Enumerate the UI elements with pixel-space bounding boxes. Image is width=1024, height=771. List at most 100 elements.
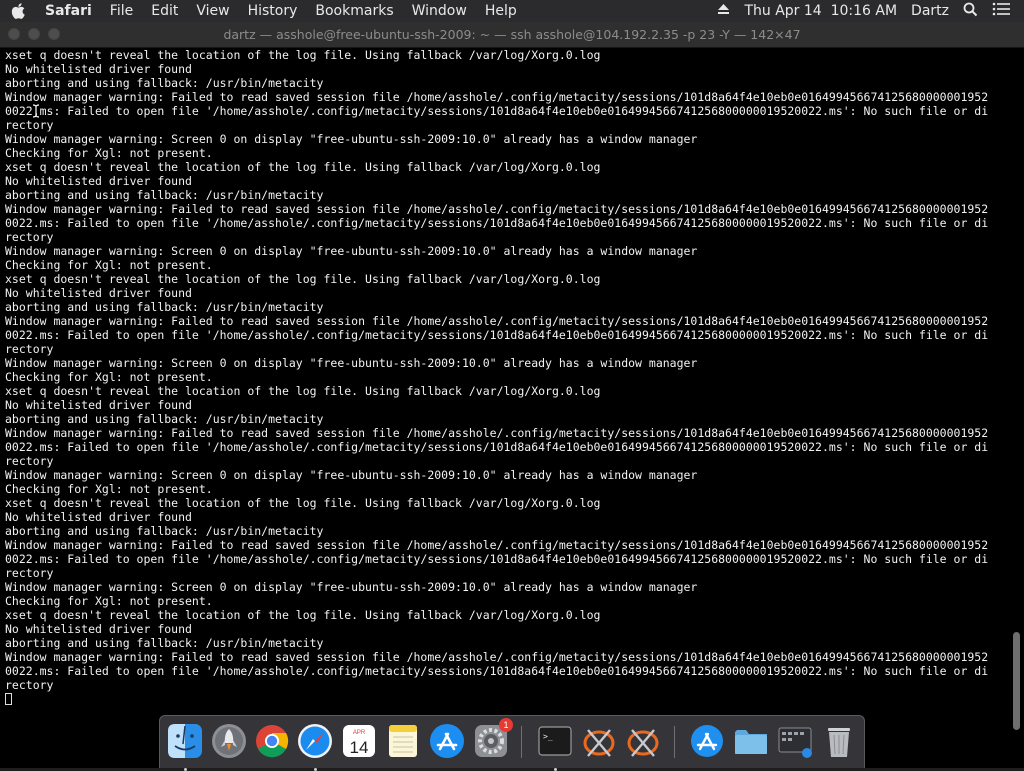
dock-trash[interactable] [820,722,858,760]
menu-window[interactable]: Window [403,3,476,19]
dock-terminal[interactable]: >_ [536,722,574,771]
dock-chrome[interactable] [253,722,291,760]
terminal-line: 0022.ms: Failed to open file '/home/assh… [5,552,989,566]
terminal-line: Checking for Xgl: not present. [5,594,213,608]
terminal-line: Window manager warning: Failed to read s… [5,426,989,440]
dock-system-preferences[interactable]: 1 [472,718,513,760]
terminal-cursor [5,693,12,705]
text-cursor-icon [32,103,40,122]
terminal-line: aborting and using fallback: /usr/bin/me… [5,76,324,90]
terminal-line: 0022.ms: Failed to open file '/home/assh… [5,216,989,230]
dock-finder[interactable] [166,722,204,771]
dock-app-store-folder[interactable] [688,722,726,760]
terminal-line: Checking for Xgl: not present. [5,370,213,384]
notes-icon [389,725,417,757]
terminal-line: xset q doesn't reveal the location of th… [5,496,601,510]
spotlight-search-icon[interactable] [963,2,978,21]
terminal-line: Window manager warning: Screen 0 on disp… [5,132,698,146]
terminal-scrollbar[interactable] [1012,48,1022,734]
calendar-icon: APR 14 [343,725,375,757]
dock-notes[interactable] [384,722,422,760]
calendar-month: APR [353,730,366,736]
terminal-line: No whitelisted driver found [5,286,192,300]
window-title: dartz — asshole@free-ubuntu-ssh-2009: ~ … [223,27,801,42]
terminal-line: No whitelisted driver found [5,622,192,636]
terminal-line: xset q doesn't reveal the location of th… [5,608,601,622]
terminal-line: Window manager warning: Failed to read s… [5,314,989,328]
menu-history[interactable]: History [239,3,307,19]
menu-edit[interactable]: Edit [142,3,187,19]
terminal-line: Checking for Xgl: not present. [5,146,213,160]
terminal-line: xset q doesn't reveal the location of th… [5,160,601,174]
terminal-line: Window manager warning: Screen 0 on disp… [5,244,698,258]
terminal-line: No whitelisted driver found [5,62,192,76]
dock-safari[interactable] [296,722,334,771]
dock-folder[interactable] [732,722,770,760]
screenshots-icon [778,727,812,758]
trash-icon [828,728,850,757]
app-store-icon [430,724,464,758]
terminal-line: No whitelisted driver found [5,398,192,412]
dock-screenshots[interactable] [776,722,814,760]
terminal-prompt-line[interactable] [5,692,1005,706]
apple-menu-icon[interactable] [0,3,36,19]
calendar-day: 14 [350,738,369,757]
terminal-line: aborting and using fallback: /usr/bin/me… [5,412,324,426]
dock-calendar[interactable]: APR 14 [340,722,378,760]
terminal-line: No whitelisted driver found [5,174,192,188]
notification-badge: 1 [499,718,513,732]
app-store-folder-icon [691,725,723,757]
terminal-line: Checking for Xgl: not present. [5,482,213,496]
dock-app-store[interactable] [428,722,466,760]
terminal-line: 0022.ms: Failed to open file '/home/assh… [5,664,989,678]
dock-xcode-2[interactable] [624,722,662,760]
menu-bookmarks[interactable]: Bookmarks [306,3,402,19]
dock-launchpad[interactable] [210,722,248,760]
finder-icon [168,724,202,758]
terminal-line: rectory [5,118,54,132]
terminal-output[interactable]: xset q doesn't reveal the location of th… [5,48,1005,748]
terminal-line: xset q doesn't reveal the location of th… [5,272,601,286]
terminal-line: rectory [5,230,54,244]
terminal-line: 0022.ms: Failed to open file '/home/assh… [5,440,989,454]
xcode-icon-1 [583,729,615,757]
terminal-line: 0022.ms: Failed to open file '/home/assh… [5,328,989,342]
eject-icon[interactable] [717,3,730,19]
terminal-line: aborting and using fallback: /usr/bin/me… [5,300,324,314]
dock-xcode-1[interactable] [580,722,618,760]
terminal-line: aborting and using fallback: /usr/bin/me… [5,188,324,202]
safari-icon [298,724,332,758]
terminal-line: aborting and using fallback: /usr/bin/me… [5,636,324,650]
scrollbar-thumb[interactable] [1013,632,1020,730]
xcode-icon-2 [627,729,659,757]
menu-view[interactable]: View [187,3,238,19]
dock-separator [674,726,675,758]
terminal-line: Window manager warning: Failed to read s… [5,202,989,216]
terminal-line: rectory [5,454,54,468]
menu-file[interactable]: File [101,3,142,19]
terminal-line: Window manager warning: Screen 0 on disp… [5,580,698,594]
terminal-window: dartz — asshole@free-ubuntu-ssh-2009: ~ … [0,22,1024,768]
window-titlebar[interactable]: dartz — asshole@free-ubuntu-ssh-2009: ~ … [0,22,1024,48]
terminal-line: rectory [5,342,54,356]
terminal-line: No whitelisted driver found [5,510,192,524]
notification-center-icon[interactable] [992,2,1010,20]
dock: APR 14 1 >_ [159,715,865,771]
terminal-line: Checking for Xgl: not present. [5,258,213,272]
terminal-line: Window manager warning: Failed to read s… [5,90,989,104]
menu-app-name[interactable]: Safari [36,3,101,19]
terminal-line: xset q doesn't reveal the location of th… [5,48,601,62]
terminal-icon: >_ [538,726,572,756]
launchpad-icon [212,724,246,758]
menu-help[interactable]: Help [476,3,526,19]
terminal-line: rectory [5,678,54,692]
terminal-line: Window manager warning: Screen 0 on disp… [5,356,698,370]
terminal-line: xset q doesn't reveal the location of th… [5,384,601,398]
menubar-user[interactable]: Dartz [911,3,949,19]
folder-icon [735,730,767,754]
menubar-clock[interactable]: Thu Apr 14 10:16 AM [744,3,897,19]
terminal-line: 0022.ms: Failed to open file '/home/assh… [5,104,989,118]
terminal-line: rectory [5,566,54,580]
terminal-line: aborting and using fallback: /usr/bin/me… [5,524,324,538]
terminal-line: Window manager warning: Failed to read s… [5,650,989,664]
